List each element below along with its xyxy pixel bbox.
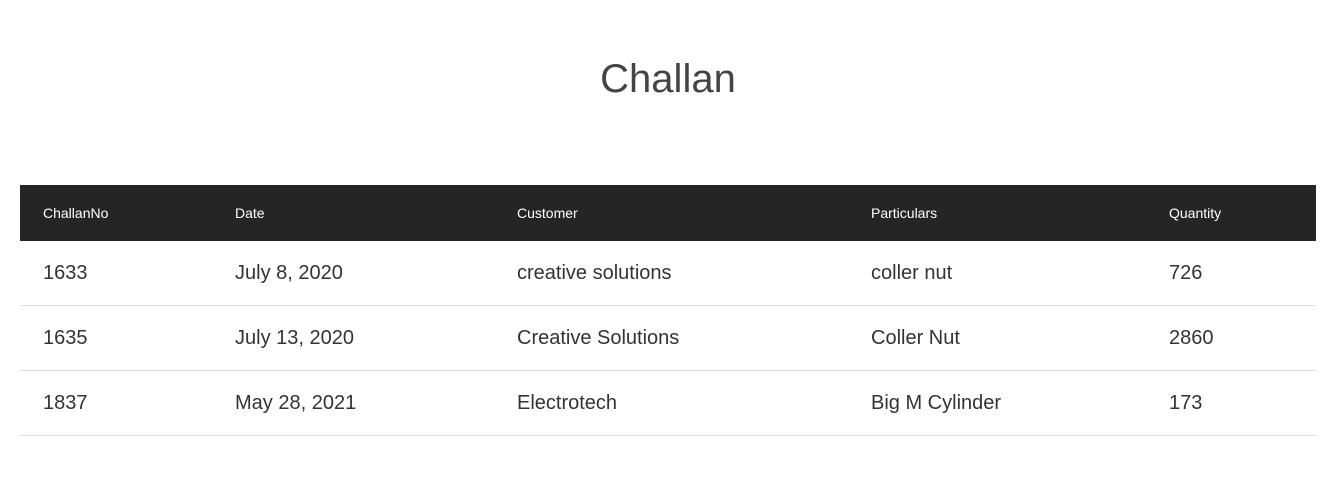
cell-challan-no: 1837 <box>20 370 212 436</box>
column-header-quantity[interactable]: Quantity <box>1146 185 1316 241</box>
cell-challan-no: 1635 <box>20 305 212 371</box>
cell-customer: Creative Solutions <box>494 305 848 371</box>
column-header-particulars[interactable]: Particulars <box>848 185 1146 241</box>
cell-particulars: coller nut <box>848 241 1146 306</box>
cell-date: July 8, 2020 <box>212 241 494 306</box>
table-row[interactable]: 1633 July 8, 2020 creative solutions col… <box>20 241 1316 306</box>
cell-quantity: 2860 <box>1146 305 1316 371</box>
cell-customer: Electrotech <box>494 370 848 436</box>
table-row[interactable]: 1635 July 13, 2020 Creative Solutions Co… <box>20 305 1316 371</box>
cell-particulars: Big M Cylinder <box>848 370 1146 436</box>
cell-particulars: Coller Nut <box>848 305 1146 371</box>
cell-date: May 28, 2021 <box>212 370 494 436</box>
table-header: ChallanNo Date Customer Particulars Quan… <box>20 185 1316 241</box>
cell-date: July 13, 2020 <box>212 305 494 371</box>
challan-table-container: ChallanNo Date Customer Particulars Quan… <box>20 185 1316 436</box>
table-header-row: ChallanNo Date Customer Particulars Quan… <box>20 185 1316 241</box>
cell-challan-no: 1633 <box>20 241 212 306</box>
cell-quantity: 173 <box>1146 370 1316 436</box>
cell-quantity: 726 <box>1146 241 1316 306</box>
page-title: Challan <box>600 57 736 101</box>
column-header-challan-no[interactable]: ChallanNo <box>20 185 212 241</box>
challan-table: ChallanNo Date Customer Particulars Quan… <box>20 185 1316 436</box>
column-header-customer[interactable]: Customer <box>494 185 848 241</box>
table-body: 1633 July 8, 2020 creative solutions col… <box>20 241 1316 436</box>
cell-customer: creative solutions <box>494 241 848 306</box>
column-header-date[interactable]: Date <box>212 185 494 241</box>
table-row[interactable]: 1837 May 28, 2021 Electrotech Big M Cyli… <box>20 370 1316 436</box>
